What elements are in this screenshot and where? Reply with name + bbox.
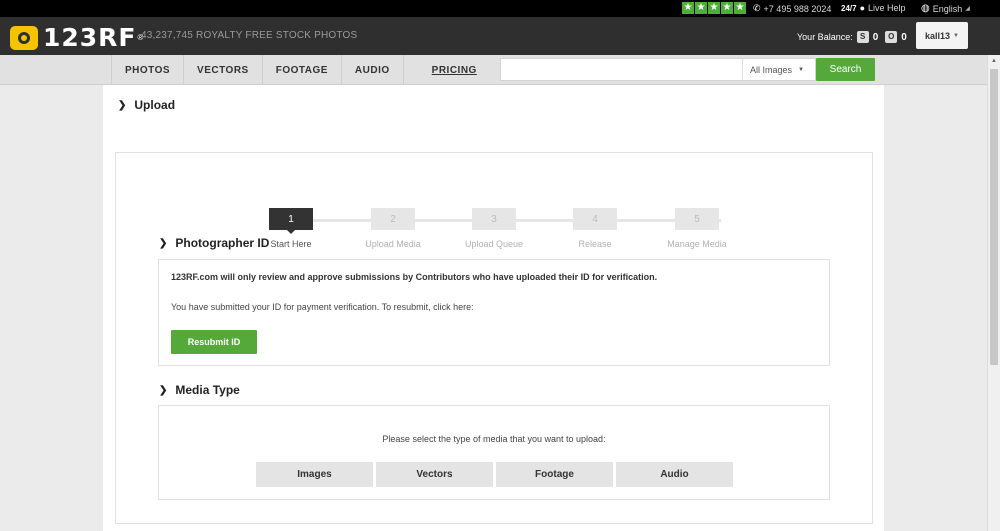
star-icon: ★ [695,2,707,14]
language-label: English [932,3,963,14]
star-icon: ★ [708,2,720,14]
step-3[interactable]: 3 [472,208,516,230]
user-menu-button[interactable]: kall13 ▼ [916,22,968,49]
star-icon: ★ [682,2,694,14]
nav-item-photos[interactable]: PHOTOS [112,55,185,85]
media-type-heading: ❯ Media Type [159,383,240,397]
logo-text: 123RF [43,23,137,52]
scrollbar-thumb[interactable] [990,69,998,365]
credits-balance[interactable]: 0 [873,32,879,43]
page-title-text: Upload [134,98,176,112]
subscription-balance[interactable]: 0 [901,32,907,43]
chevron-down-icon: ▼ [798,66,804,73]
step-2-label: Upload Media [365,239,421,249]
page-title: ❯ Upload [118,98,175,112]
top-utility-bar: ★ ★ ★ ★ ★ ✆ +7 495 988 2024 24/7 ● Live … [0,0,1000,17]
nav-items: PHOTOS VECTORS FOOTAGE AUDIO PRICING [111,55,505,85]
balance-label: Your Balance: [797,32,853,42]
support-hours: 24/7 [841,3,857,13]
search-scope-select[interactable]: All Images ▼ [742,59,815,80]
rating-stars[interactable]: ★ ★ ★ ★ ★ [682,2,746,14]
step-5[interactable]: 5 [675,208,719,230]
step-4[interactable]: 4 [573,208,617,230]
dropdown-triangle-icon: ◢ [965,6,970,12]
chevron-right-icon: ❯ [159,237,168,249]
verification-notice: 123RF.com will only review and approve s… [171,272,658,282]
username: kall13 [925,30,951,41]
phone-icon: ✆ [753,3,761,13]
photographer-id-title: Photographer ID [175,236,270,250]
media-audio-button[interactable]: Audio [616,462,733,487]
photographer-id-panel: 123RF.com will only review and approve s… [158,259,830,366]
site-logo[interactable]: 123RF ® [10,23,143,52]
camera-logo-icon [10,25,38,50]
search-button[interactable]: Search [816,58,875,81]
media-vectors-button[interactable]: Vectors [376,462,493,487]
media-type-prompt: Please select the type of media that you… [382,434,606,444]
nav-item-pricing[interactable]: PRICING [404,55,505,85]
step-1[interactable]: 1 [269,208,313,234]
media-type-panel: Please select the type of media that you… [158,405,830,500]
live-help-label: Live Help [868,3,906,13]
nav-item-audio[interactable]: AUDIO [342,55,404,85]
scrollbar[interactable]: ▲ [987,55,1000,531]
media-type-options: Images Vectors Footage Audio [256,462,733,487]
phone-contact[interactable]: ✆ +7 495 988 2024 [753,3,831,14]
chevron-right-icon: ❯ [118,99,127,111]
subscription-icon: O [885,31,898,43]
media-type-title: Media Type [175,383,240,397]
search-input[interactable]: All Images ▼ [500,58,816,81]
chevron-down-icon: ▼ [953,32,959,39]
nav-item-vectors[interactable]: VECTORS [184,55,263,85]
scroll-up-icon[interactable]: ▲ [988,55,1000,67]
resubmit-id-button[interactable]: Resubmit ID [171,330,257,354]
phone-number: +7 495 988 2024 [763,3,832,14]
star-icon: ★ [734,2,746,14]
media-images-button[interactable]: Images [256,462,373,487]
chat-bubble-icon: ● [859,3,866,13]
chevron-right-icon: ❯ [159,384,168,396]
step-4-label: Release [578,239,612,249]
search-scope-label: All Images [750,64,793,75]
verification-status: You have submitted your ID for payment v… [171,302,474,312]
step-2[interactable]: 2 [371,208,415,230]
step-3-label: Upload Queue [464,239,524,249]
live-help-link[interactable]: 24/7 ● Live Help [841,3,906,13]
account-balance: Your Balance: S 0 O 0 [797,31,910,43]
site-header: 123RF ® 43,237,745 ROYALTY FREE STOCK PH… [0,17,1000,55]
nav-item-footage[interactable]: FOOTAGE [263,55,342,85]
main-nav: PHOTOS VECTORS FOOTAGE AUDIO PRICING All… [0,55,1000,85]
globe-icon: ◍ [921,3,930,14]
star-icon: ★ [721,2,733,14]
pricing-label: PRICING [431,64,477,76]
photographer-id-heading: ❯ Photographer ID [159,236,269,250]
credits-icon: S [856,31,869,43]
site-tagline: 43,237,745 ROYALTY FREE STOCK PHOTOS [141,30,358,41]
media-footage-button[interactable]: Footage [496,462,613,487]
step-5-label: Manage Media [667,239,727,249]
language-selector[interactable]: ◍ English ◢ [921,3,970,14]
